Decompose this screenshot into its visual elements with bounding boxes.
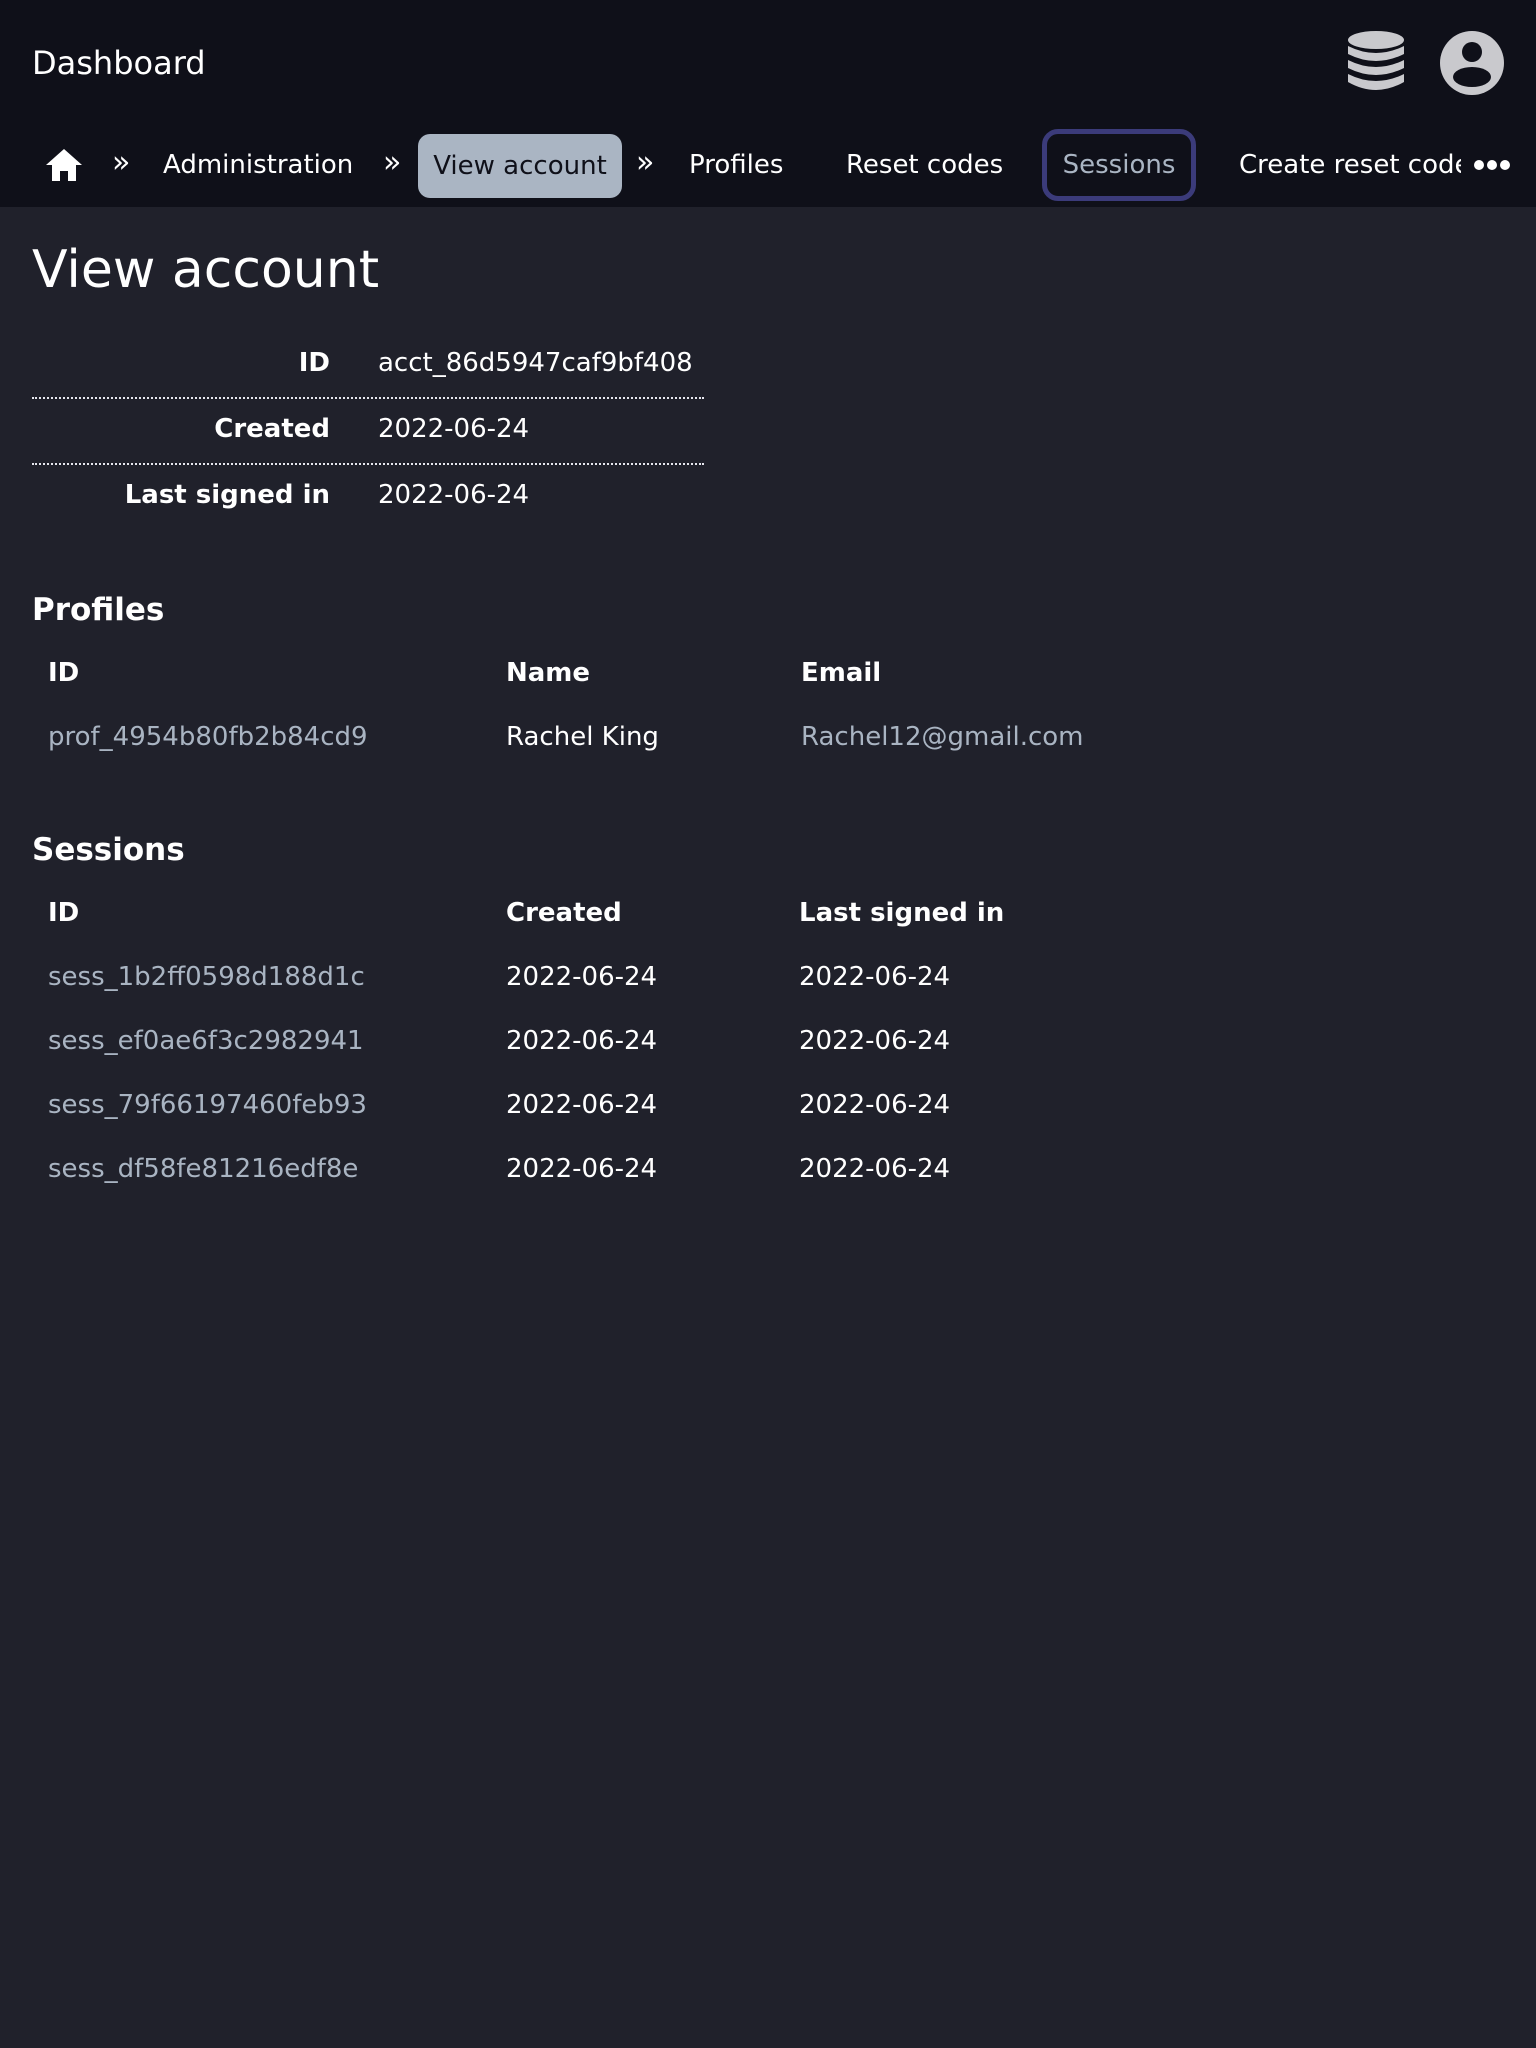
profiles-column-header: Name <box>506 658 591 688</box>
nav-item-create-reset-code[interactable]: Create reset code <box>1239 148 1461 182</box>
nav-item-reset-codes[interactable]: Reset codes <box>846 148 1003 182</box>
more-horizontal-icon[interactable] <box>1474 158 1510 172</box>
account-field-row: Last signed in 2022-06-24 <box>32 465 704 529</box>
profiles-heading: Profiles <box>32 592 165 628</box>
profile-email-link[interactable]: Rachel12@gmail.com <box>801 720 1084 754</box>
home-icon[interactable] <box>44 147 84 183</box>
app-title[interactable]: Dashboard <box>32 41 206 85</box>
session-id-link[interactable]: sess_1b2ff0598d188d1c <box>48 960 365 994</box>
session-last-signed-in: 2022-06-24 <box>799 1026 951 1056</box>
breadcrumb-separator: » <box>636 145 655 180</box>
breadcrumb-separator: » <box>112 145 131 180</box>
account-field-row: Created 2022-06-24 <box>32 399 704 465</box>
account-field-value: acct_86d5947caf9bf408 <box>378 348 693 378</box>
profiles-column-header: Email <box>801 658 882 688</box>
session-id-link[interactable]: sess_79f66197460feb93 <box>48 1088 367 1122</box>
session-last-signed-in: 2022-06-24 <box>799 1154 951 1184</box>
session-id-link[interactable]: sess_df58fe81216edf8e <box>48 1152 358 1186</box>
account-details: ID acct_86d5947caf9bf408 Created 2022-06… <box>32 333 704 529</box>
account-field-value: 2022-06-24 <box>378 480 530 510</box>
account-field-row: ID acct_86d5947caf9bf408 <box>32 333 704 399</box>
session-created: 2022-06-24 <box>506 1090 658 1120</box>
profile-id-link[interactable]: prof_4954b80fb2b84cd9 <box>48 720 368 754</box>
session-last-signed-in: 2022-06-24 <box>799 1090 951 1120</box>
session-id-link[interactable]: sess_ef0ae6f3c2982941 <box>48 1024 364 1058</box>
top-bar: Dashboard » Administration » View accoun… <box>0 0 1536 207</box>
nav-item-administration[interactable]: Administration <box>163 148 353 182</box>
account-field-label: Last signed in <box>124 480 330 510</box>
nav-item-profiles[interactable]: Profiles <box>689 148 783 182</box>
sessions-column-header: Last signed in <box>799 898 1005 928</box>
account-circle-icon[interactable] <box>1439 30 1505 96</box>
account-field-label: ID <box>298 348 330 378</box>
session-created: 2022-06-24 <box>506 962 658 992</box>
breadcrumb-nav: » Administration » View account » Profil… <box>0 129 1536 201</box>
profile-name: Rachel King <box>506 722 659 752</box>
account-field-value: 2022-06-24 <box>378 414 530 444</box>
nav-item-view-account[interactable]: View account <box>418 134 622 198</box>
profiles-column-header: ID <box>48 658 80 688</box>
sessions-heading: Sessions <box>32 832 185 868</box>
page-title: View account <box>32 240 380 300</box>
nav-item-sessions[interactable]: Sessions <box>1042 129 1196 201</box>
session-last-signed-in: 2022-06-24 <box>799 962 951 992</box>
sessions-column-header: Created <box>506 898 622 928</box>
sessions-column-header: ID <box>48 898 80 928</box>
breadcrumb-separator: » <box>383 145 402 180</box>
database-icon[interactable] <box>1344 30 1408 98</box>
session-created: 2022-06-24 <box>506 1154 658 1184</box>
session-created: 2022-06-24 <box>506 1026 658 1056</box>
account-field-label: Created <box>214 414 330 444</box>
